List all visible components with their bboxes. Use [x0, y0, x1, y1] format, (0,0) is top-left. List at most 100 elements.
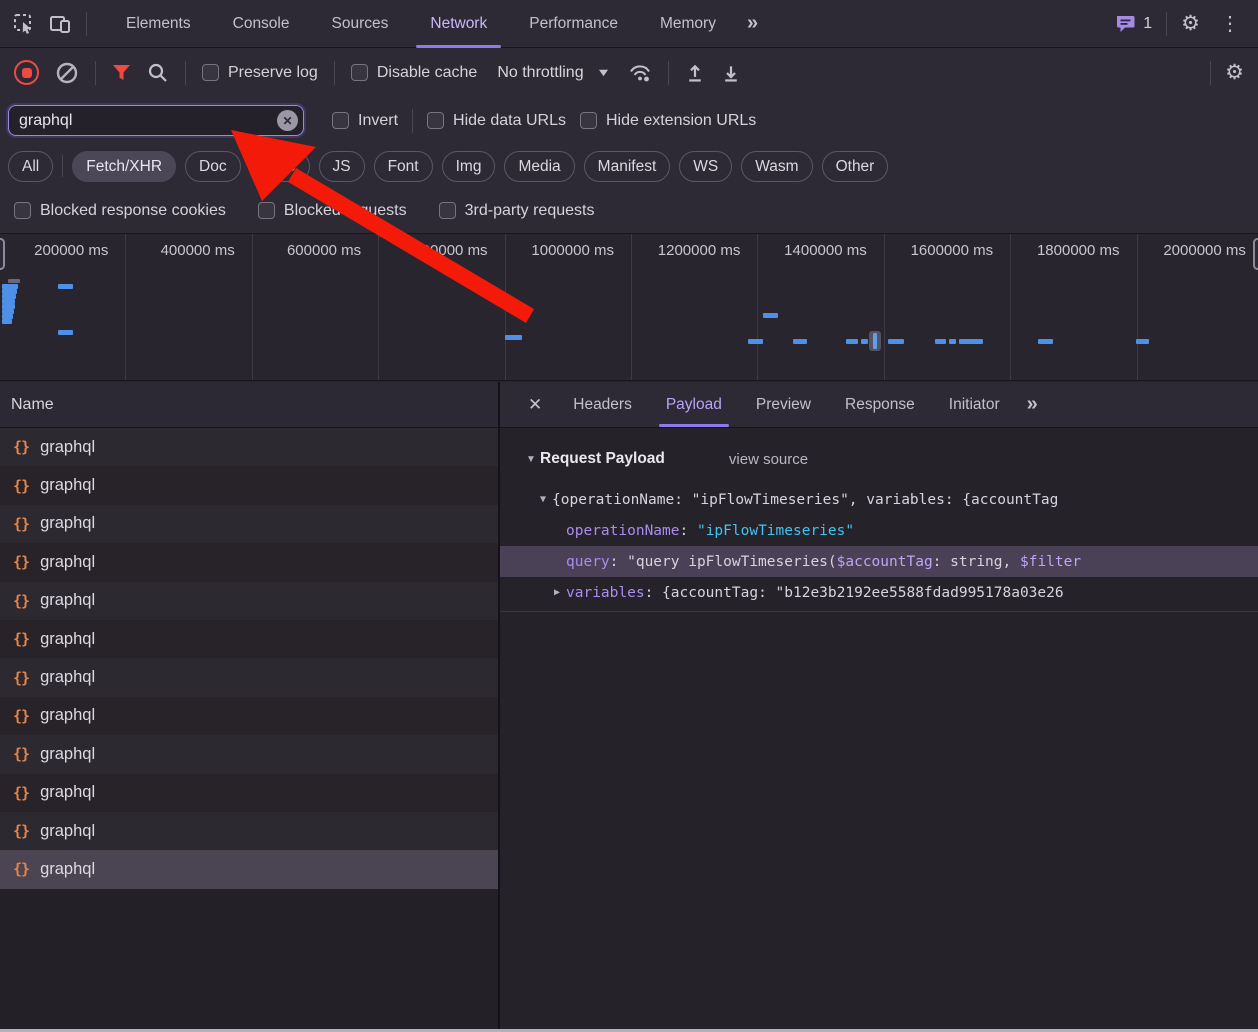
collapse-toggle-icon[interactable]: ▼ [522, 454, 540, 465]
detail-tab-payload[interactable]: Payload [649, 383, 739, 427]
request-timing-bar [1038, 339, 1053, 344]
request-name: graphql [40, 821, 96, 840]
hide-extension-urls-checkbox[interactable]: Hide extension URLs [579, 112, 756, 130]
detail-tab-headers[interactable]: Headers [556, 383, 649, 427]
chip-all[interactable]: All [8, 150, 54, 182]
request-name: graphql [40, 437, 96, 456]
issues-button[interactable]: 1 [1115, 14, 1152, 34]
checkbox[interactable] [350, 64, 368, 81]
chip-js[interactable]: JS [318, 150, 365, 182]
more-panels-icon[interactable]: » [737, 12, 768, 35]
chip-ws[interactable]: WS [679, 150, 733, 182]
request-row[interactable]: {} graphql [0, 658, 498, 697]
dropdown-caret-icon: ▼ [595, 66, 611, 79]
request-name: graphql [40, 476, 96, 495]
tab-performance[interactable]: Performance [508, 0, 639, 48]
request-row[interactable]: {} graphql [0, 581, 498, 620]
request-name: graphql [40, 629, 96, 648]
clear-filter-icon[interactable]: ✕ [277, 110, 298, 131]
tab-console[interactable]: Console [212, 0, 311, 48]
request-row[interactable]: {} graphql [0, 543, 498, 582]
request-name: graphql [40, 783, 96, 802]
chip-other[interactable]: Other [821, 150, 889, 182]
payload-tree-row[interactable]: query: "query ipFlowTimeseries($accountT… [500, 546, 1258, 577]
overview-left-handle[interactable] [0, 238, 5, 270]
filter-row: ✕ Invert Hide data URLs Hide extension U… [0, 97, 1258, 144]
chip-manifest[interactable]: Manifest [583, 150, 671, 182]
request-row[interactable]: {} graphql [0, 773, 498, 812]
network-settings-gear-icon[interactable]: ⚙ [1225, 60, 1244, 85]
hide-data-urls-checkbox[interactable]: Hide data URLs [427, 112, 566, 130]
import-har-icon[interactable] [685, 63, 705, 83]
checkbox[interactable] [202, 64, 219, 81]
close-detail-icon[interactable]: ✕ [514, 395, 556, 415]
chip-doc[interactable]: Doc [185, 150, 241, 182]
search-icon[interactable] [147, 62, 169, 84]
chip-wasm[interactable]: Wasm [741, 150, 813, 182]
inspect-element-icon[interactable] [12, 12, 36, 36]
checkbox[interactable] [332, 112, 349, 129]
json-braces-icon: {} [13, 438, 30, 457]
3rd-party-requests-checkbox[interactable]: 3rd-party requests [438, 202, 594, 220]
detail-tab-response[interactable]: Response [828, 383, 932, 427]
overview-right-handle[interactable] [1253, 238, 1258, 270]
checkbox[interactable] [438, 202, 456, 219]
request-row[interactable]: {} graphql [0, 811, 498, 851]
json-braces-icon: {} [13, 553, 30, 572]
menu-kebab-icon[interactable]: ⋮ [1214, 11, 1246, 36]
chip-font[interactable]: Font [373, 150, 433, 182]
throttling-select[interactable]: No throttling ▼ [493, 64, 612, 82]
filter-funnel-icon[interactable] [112, 64, 131, 81]
request-row[interactable]: {} graphql [0, 428, 498, 467]
checkbox[interactable] [257, 202, 275, 219]
checkbox[interactable] [579, 112, 597, 129]
request-row[interactable]: {} graphql [0, 466, 498, 505]
tab-network[interactable]: Network [409, 0, 508, 48]
blocked-response-cookies-checkbox[interactable]: Blocked response cookies [14, 202, 226, 220]
blocked-requests-checkbox[interactable]: Blocked requests [257, 202, 407, 220]
network-overview-timeline[interactable]: 200000 ms 400000 ms 600000 ms 800000 ms 1000… [0, 233, 1258, 381]
checkbox[interactable] [14, 202, 31, 219]
timeline-tick-label: 1600000 ms [885, 234, 1012, 380]
tab-elements[interactable]: Elements [105, 0, 212, 48]
payload-segment: : string, [932, 553, 1020, 570]
more-detail-tabs-icon[interactable]: » [1017, 393, 1048, 416]
disable-cache-checkbox[interactable]: Disable cache [350, 64, 477, 82]
device-toolbar-icon[interactable] [48, 12, 72, 36]
record-network-log-icon[interactable] [14, 60, 39, 85]
tree-toggle-icon[interactable]: ▼ [534, 494, 552, 505]
timeline-tick-label: 1400000 ms [758, 234, 885, 380]
export-har-icon[interactable] [721, 63, 741, 83]
settings-gear-icon[interactable]: ⚙ [1181, 11, 1200, 36]
payload-tree-row[interactable]: ▶ variables: {accountTag: "b12e3b2192ee55… [500, 577, 1258, 608]
filter-input[interactable] [6, 103, 306, 138]
detail-tab-initiator[interactable]: Initiator [932, 383, 1017, 427]
clear-network-log-icon[interactable] [55, 61, 79, 85]
request-row[interactable]: {} graphql [0, 619, 498, 659]
detail-tab-preview[interactable]: Preview [739, 383, 828, 427]
tab-memory[interactable]: Memory [639, 0, 737, 48]
tree-toggle-icon[interactable]: ▶ [548, 587, 566, 598]
payload-tree-row[interactable]: ▼ {operationName: "ipFlowTimeseries", var… [500, 484, 1258, 515]
view-source-link[interactable]: view source [729, 451, 808, 468]
network-conditions-icon[interactable] [628, 63, 652, 83]
issues-count: 1 [1143, 14, 1153, 32]
payload-segment: $filter [1019, 553, 1082, 570]
payload-tree-row[interactable]: operationName: "ipFlowTimeseries" [500, 515, 1258, 546]
name-column-header[interactable]: Name [0, 382, 498, 428]
request-row[interactable]: {} graphql [0, 696, 498, 736]
chip-img[interactable]: Img [441, 150, 496, 182]
chip-media[interactable]: Media [504, 150, 575, 182]
timeline-tick-label: 1800000 ms [1011, 234, 1138, 380]
preserve-log-checkbox[interactable]: Preserve log [202, 64, 318, 82]
request-name: graphql [40, 859, 96, 878]
tab-sources[interactable]: Sources [311, 0, 410, 48]
request-timing-bar [959, 339, 983, 344]
invert-checkbox[interactable]: Invert [332, 112, 398, 130]
chip-fetch-xhr[interactable]: Fetch/XHR [72, 150, 177, 182]
request-row[interactable]: {} graphql [0, 735, 498, 774]
chip-css[interactable]: CSS [249, 150, 310, 182]
checkbox[interactable] [427, 112, 445, 129]
request-row[interactable]: {} graphql [0, 504, 498, 544]
request-row[interactable]: {} graphql [0, 850, 498, 889]
